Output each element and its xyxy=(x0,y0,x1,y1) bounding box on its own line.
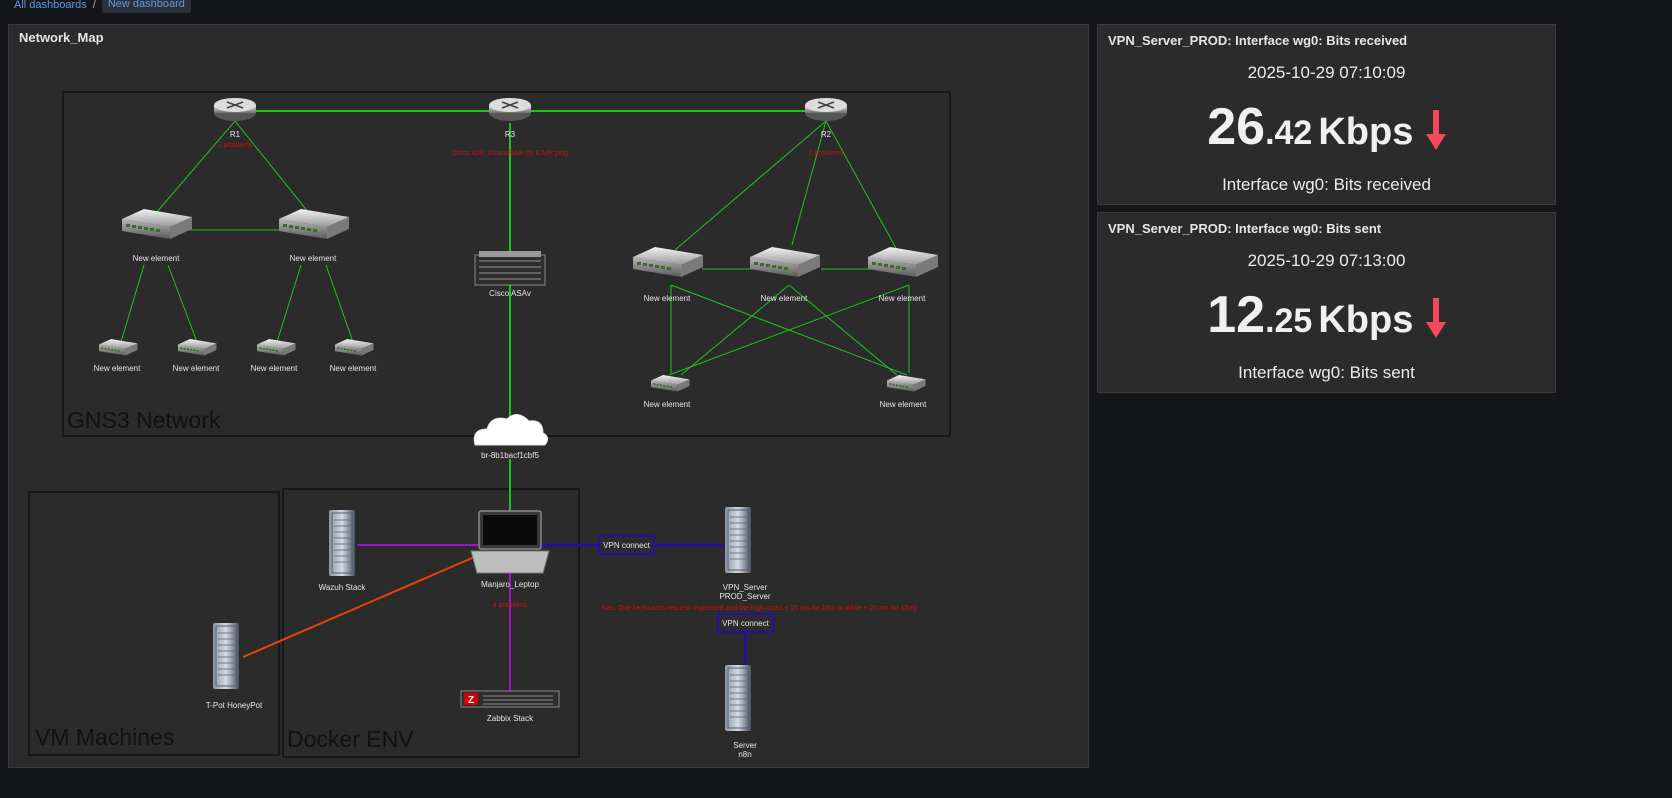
server-tpot-honeypot[interactable]: T-Pot HoneyPot xyxy=(206,622,263,710)
switch-small-4[interactable]: New element xyxy=(330,339,377,373)
switch-right-4[interactable]: New element xyxy=(644,375,691,409)
svg-text:Wazuh Stack: Wazuh Stack xyxy=(319,583,367,592)
down-arrow-icon xyxy=(1425,110,1446,157)
widget-value: 26.42 Kbps xyxy=(1098,97,1555,163)
switch-left-a[interactable]: New element xyxy=(122,209,192,263)
value-integer: 12 xyxy=(1207,286,1266,344)
vpn-connect-label-1[interactable]: VPN connect xyxy=(598,535,655,555)
svg-text:Z: Z xyxy=(468,695,474,706)
svg-text:New element: New element xyxy=(644,294,691,303)
value-integer: 26 xyxy=(1207,98,1266,156)
zone-vm-label: VM Machines xyxy=(35,724,174,750)
breadcrumb-separator: / xyxy=(92,0,96,11)
switch-small-3[interactable]: New element xyxy=(251,339,298,373)
svg-text:New element: New element xyxy=(94,364,141,373)
value-unit: Kbps xyxy=(1318,299,1414,341)
zone-docker-label: Docker ENV xyxy=(287,726,414,752)
svg-text:2 problems: 2 problems xyxy=(218,142,253,149)
svg-text:br-8b1bacf1cbf5: br-8b1bacf1cbf5 xyxy=(481,451,539,460)
server-zabbix-stack[interactable]: Z Zabbix Stack xyxy=(460,690,560,723)
breadcrumb: All dashboards / New dashboard xyxy=(14,0,191,14)
widget-timestamp: 2025-10-29 07:13:00 xyxy=(1247,251,1406,270)
widget-description: Interface wg0: Bits received xyxy=(1222,175,1431,194)
item-widget-bits-received: VPN_Server_PROD: Interface wg0: Bits rec… xyxy=(1097,24,1556,205)
svg-text:New element: New element xyxy=(644,400,691,409)
network-map-canvas[interactable]: Network_Map GNS3 Network VM Machines Doc… xyxy=(9,25,1090,769)
widget-title: VPN_Server_PROD: Interface wg0: Bits sen… xyxy=(1108,221,1382,236)
switch-right-5[interactable]: New element xyxy=(880,375,927,409)
widget-description: Interface wg0: Bits sent xyxy=(1238,363,1415,382)
down-arrow-icon xyxy=(1425,298,1446,345)
widget-timestamp: 2025-10-29 07:10:09 xyxy=(1247,63,1406,82)
switch-right-3[interactable]: New element xyxy=(868,247,938,303)
zone-gns3-label: GNS3 Network xyxy=(67,407,221,433)
switch-small-1[interactable]: New element xyxy=(94,339,141,373)
svg-text:4 problems: 4 problems xyxy=(493,602,528,609)
switch-left-b[interactable]: New element xyxy=(279,209,349,263)
network-map-widget: Network_Map GNS3 Network VM Machines Doc… xyxy=(8,24,1089,768)
item-widget-bits-sent: VPN_Server_PROD: Interface wg0: Bits sen… xyxy=(1097,212,1556,393)
svg-text:VPN connect: VPN connect xyxy=(603,541,650,550)
svg-text:T-Pot HoneyPot: T-Pot HoneyPot xyxy=(206,701,263,710)
svg-text:2 problems: 2 problems xyxy=(809,150,844,157)
widget-value: 12.25 Kbps xyxy=(1098,285,1555,351)
map-title: Network_Map xyxy=(19,30,104,45)
svg-text:New element: New element xyxy=(173,364,220,373)
svg-text:R1: R1 xyxy=(230,130,241,139)
svg-text:Cisco ASAv: Cisco ASAv xyxy=(489,289,531,298)
widget-title: VPN_Server_PROD: Interface wg0: Bits rec… xyxy=(1108,33,1408,48)
server-vpn-prod[interactable]: VPN_Server PROD_Server Nas: One keyboard… xyxy=(601,506,917,612)
breadcrumb-current[interactable]: New dashboard xyxy=(101,0,191,13)
server-wazuh-stack[interactable]: Wazuh Stack xyxy=(319,509,367,592)
switch-right-1[interactable]: New element xyxy=(633,247,703,303)
value-decimal: .25 xyxy=(1265,302,1313,340)
svg-text:R3: R3 xyxy=(505,130,516,139)
switch-small-2[interactable]: New element xyxy=(173,339,220,373)
svg-text:New element: New element xyxy=(133,254,180,263)
router-r1[interactable]: R1 2 problems xyxy=(213,97,257,149)
svg-text:Cisco IOS: Unavailable by ICMP: Cisco IOS: Unavailable by ICMP ping xyxy=(452,150,568,157)
value-unit: Kbps xyxy=(1318,111,1414,153)
vpn-connect-label-2[interactable]: VPN connect xyxy=(717,613,774,633)
svg-text:Server: Server xyxy=(733,741,757,750)
svg-text:New element: New element xyxy=(879,294,926,303)
server-n8n[interactable]: Server n8n xyxy=(724,664,757,759)
svg-text:PROD_Server: PROD_Server xyxy=(719,592,770,601)
svg-text:VPN_Server: VPN_Server xyxy=(723,583,768,592)
svg-text:New element: New element xyxy=(290,254,337,263)
svg-text:New element: New element xyxy=(251,364,298,373)
svg-text:VPN connect: VPN connect xyxy=(722,619,769,628)
svg-text:Nas: One keyboards request reg: Nas: One keyboards request registered an… xyxy=(601,605,916,612)
svg-text:Zabbix Stack: Zabbix Stack xyxy=(487,714,534,723)
cloud-icon[interactable]: br-8b1bacf1cbf5 xyxy=(473,414,549,460)
firewall-cisco-asav[interactable]: Cisco ASAv xyxy=(474,251,546,298)
switch-right-2[interactable]: New element xyxy=(750,247,820,303)
svg-text:Manjaro_Leptop: Manjaro_Leptop xyxy=(481,580,539,589)
svg-text:n8n: n8n xyxy=(738,750,751,759)
svg-text:R2: R2 xyxy=(821,130,832,139)
breadcrumb-all-dashboards[interactable]: All dashboards xyxy=(14,0,87,11)
zone-vm-frame xyxy=(28,491,280,756)
value-decimal: .42 xyxy=(1265,114,1313,152)
svg-text:New element: New element xyxy=(330,364,377,373)
svg-text:New element: New element xyxy=(880,400,927,409)
svg-text:New element: New element xyxy=(761,294,808,303)
